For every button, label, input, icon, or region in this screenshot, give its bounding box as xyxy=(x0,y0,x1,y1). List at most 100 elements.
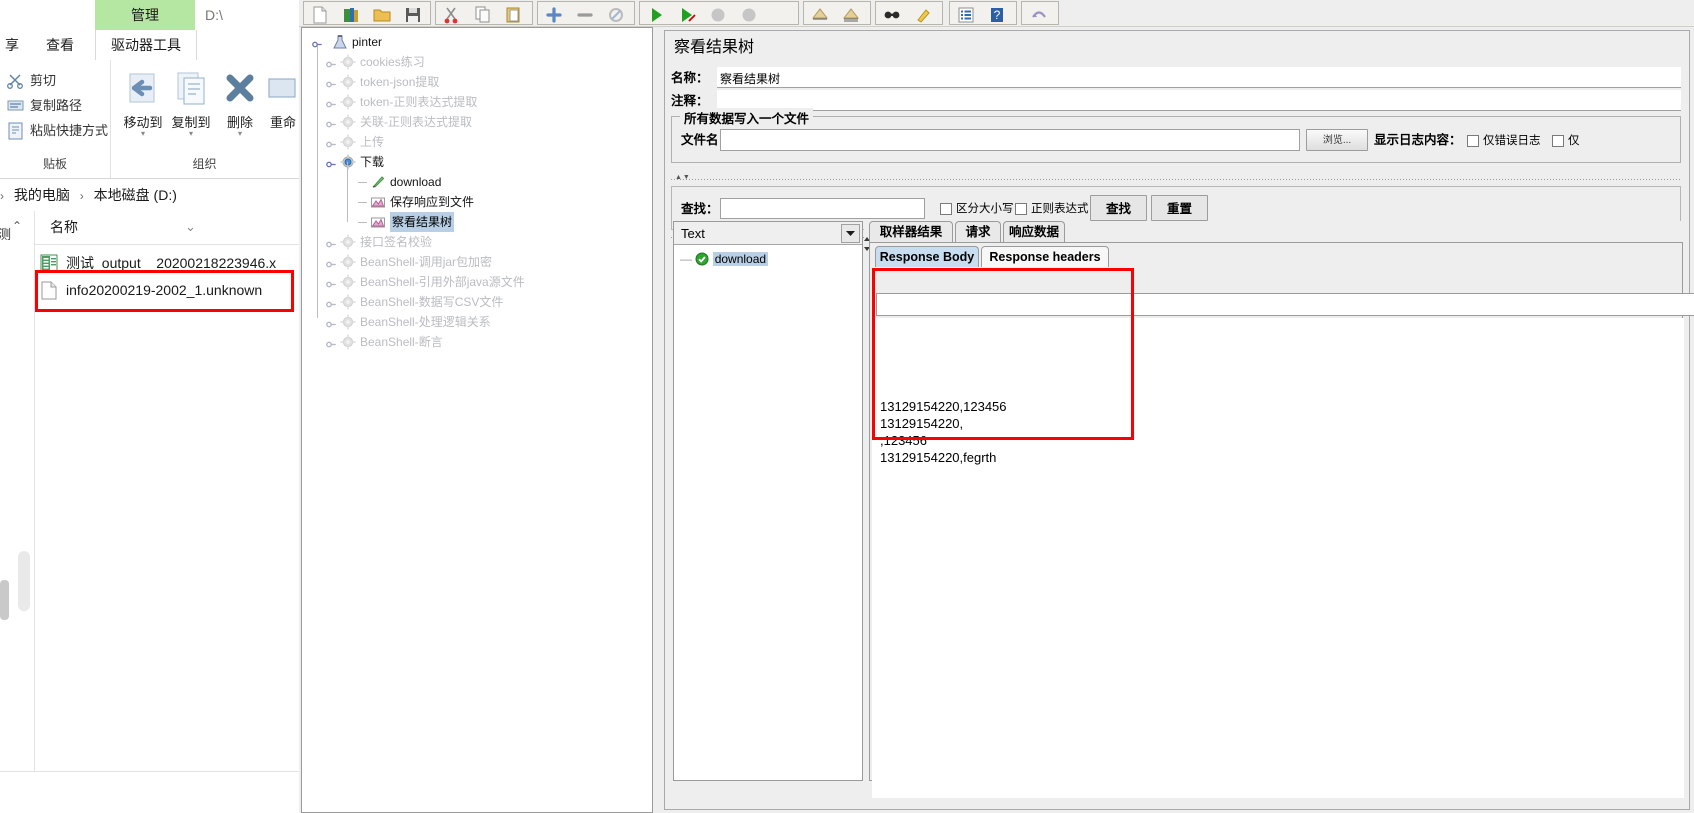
tab-response-data[interactable]: 响应数据 xyxy=(1003,221,1065,242)
ribbon-tab-drive-tools[interactable]: 驱动器工具 xyxy=(95,30,197,60)
navigation-pane: 测 ⌃ xyxy=(0,211,35,771)
result-node-item[interactable]: — download xyxy=(680,250,769,268)
tree-handle-closed-icon[interactable] xyxy=(326,116,337,128)
cut-icon[interactable] xyxy=(437,4,467,25)
thread-group-icon xyxy=(340,234,356,250)
tab-sampler-result[interactable]: 取样器结果 xyxy=(869,221,953,242)
tree-handle-closed-icon[interactable] xyxy=(326,76,337,88)
tree-handle-closed-icon[interactable] xyxy=(326,56,337,68)
undo-redo-icon[interactable] xyxy=(1024,4,1054,25)
tree-handle-closed-icon[interactable] xyxy=(326,236,337,248)
function-helper-icon[interactable] xyxy=(951,4,981,25)
tree-handle-closed-icon[interactable] xyxy=(326,276,337,288)
ribbon-tab-share[interactable]: 享 xyxy=(0,30,32,60)
tab-request[interactable]: 请求 xyxy=(955,221,1001,242)
toggle-icon[interactable] xyxy=(601,4,631,25)
ribbon-copy-to-button[interactable]: 复制到 ▾ xyxy=(167,68,215,138)
tree-handle-open-icon[interactable] xyxy=(326,156,337,168)
shutdown-icon[interactable] xyxy=(734,4,764,25)
new-icon[interactable] xyxy=(305,4,335,25)
tree-handle-closed-icon[interactable] xyxy=(326,256,337,268)
case-sensitive-label: 区分大小写 xyxy=(956,203,1014,215)
windows-explorer-window: 管理 D:\ 享 查看 驱动器工具 剪切 复制路径 粘贴快捷方式 贴板 移动到 … xyxy=(0,0,299,813)
tree-handle-closed-icon[interactable] xyxy=(326,336,337,348)
render-format-combo[interactable]: Text xyxy=(674,222,862,245)
ribbon-rename-label: 重命 xyxy=(269,115,296,130)
subtab-response-body[interactable]: Response Body xyxy=(875,246,979,267)
tree-handle-closed-icon[interactable] xyxy=(326,296,337,308)
save-icon[interactable] xyxy=(398,4,428,25)
help-icon[interactable]: ? xyxy=(982,4,1012,25)
checkbox-box[interactable] xyxy=(1552,135,1564,147)
reset-search-icon[interactable] xyxy=(908,4,938,25)
navigation-scrollbar[interactable] xyxy=(18,551,30,611)
column-header-name[interactable]: 名称 xyxy=(50,211,78,244)
expand-all-icon[interactable] xyxy=(539,4,569,25)
chevron-down-icon[interactable]: ⌄ xyxy=(185,219,196,235)
jmeter-window: ? pinter cookies练习 token-json提取 token-正则… xyxy=(299,0,1694,813)
tree-handle-closed-icon[interactable] xyxy=(326,96,337,108)
copy-icon[interactable] xyxy=(468,4,498,25)
ribbon-delete-label: 删除 xyxy=(226,115,253,130)
tree-node-label: 保存响应到文件 xyxy=(390,195,475,209)
breadcrumb-item-local-disk-d[interactable]: 本地磁盘 (D:) xyxy=(94,187,177,203)
open-icon[interactable] xyxy=(367,4,397,25)
test-plan-tree[interactable]: pinter cookies练习 token-json提取 token-正则表达式提… xyxy=(301,27,653,813)
filename-input[interactable] xyxy=(720,129,1300,151)
checkbox-box[interactable] xyxy=(1015,203,1027,215)
chevron-down-icon[interactable]: ▾ xyxy=(167,130,215,138)
subtab-response-headers[interactable]: Response headers xyxy=(981,246,1109,267)
paste-icon[interactable] xyxy=(499,4,529,25)
chevron-down-icon[interactable] xyxy=(841,224,860,243)
chevron-down-icon[interactable]: ▾ xyxy=(119,130,167,138)
tree-node-label: BeanShell-处理逻辑关系 xyxy=(360,315,491,329)
start-no-timers-icon[interactable] xyxy=(672,4,702,25)
stop-icon[interactable] xyxy=(703,4,733,25)
explorer-status-bar xyxy=(0,771,299,813)
ribbon-delete-button[interactable]: 删除 ▾ xyxy=(216,68,264,138)
write-all-data-group: 所有数据写入一个文件 文件名 浏览... 显示日志内容： 仅错误日志 仅 xyxy=(671,108,1681,163)
start-icon[interactable] xyxy=(641,4,671,25)
checkbox-box[interactable] xyxy=(940,203,952,215)
log-display-label: 显示日志内容： xyxy=(1374,133,1462,147)
svg-text:?: ? xyxy=(994,8,1001,22)
success-log-only-label: 仅 xyxy=(1568,135,1580,147)
ribbon-copy-to-label: 复制到 xyxy=(171,115,211,130)
search-input[interactable] xyxy=(720,198,925,219)
templates-icon[interactable] xyxy=(336,4,366,25)
browse-button[interactable]: 浏览... xyxy=(1306,129,1368,151)
tree-handle-closed-icon[interactable] xyxy=(326,136,337,148)
tree-node-label: 下载 xyxy=(360,155,385,169)
explorer-ribbon-tabs: 享 查看 驱动器工具 xyxy=(0,30,299,61)
thread-group-active-icon xyxy=(340,154,356,170)
results-tree-panel[interactable]: Text — download xyxy=(673,221,863,781)
clear-all-icon[interactable] xyxy=(836,4,866,25)
checkbox-box[interactable] xyxy=(1467,135,1479,147)
toolbar-group-file xyxy=(303,1,431,25)
search-icon[interactable] xyxy=(877,4,907,25)
regex-label: 正则表达式 xyxy=(1031,203,1089,215)
tree-handle-open-icon[interactable] xyxy=(312,36,323,48)
tree-handle-closed-icon[interactable] xyxy=(326,316,337,328)
splitter-arrows-icon[interactable]: ▲▼ xyxy=(675,174,691,181)
ribbon-move-to-button[interactable]: 移动到 ▾ xyxy=(119,68,167,138)
breadcrumb-item-my-computer[interactable]: 我的电脑 xyxy=(14,187,70,203)
name-input[interactable]: 察看结果树 xyxy=(717,67,1681,88)
scroll-thumb[interactable] xyxy=(0,580,9,620)
ribbon-context-tab-manage[interactable]: 管理 xyxy=(95,0,195,30)
clear-icon[interactable] xyxy=(805,4,835,25)
thread-group-icon xyxy=(340,314,356,330)
search-button[interactable]: 查找 xyxy=(1090,195,1147,221)
toolbar-group-edit xyxy=(435,1,533,25)
ribbon-rename-button[interactable]: 重命 xyxy=(263,68,299,130)
ribbon-group-organize-label: 组织 xyxy=(192,157,217,171)
reset-button[interactable]: 重置 xyxy=(1151,195,1208,221)
tree-node-label: 上传 xyxy=(360,135,385,149)
chevron-up-icon[interactable]: ⌃ xyxy=(12,219,22,233)
thread-group-icon xyxy=(340,94,356,110)
panel-splitter[interactable] xyxy=(671,179,1681,180)
comment-input[interactable] xyxy=(717,90,1681,111)
ribbon-tab-view[interactable]: 查看 xyxy=(36,30,84,60)
chevron-down-icon[interactable]: ▾ xyxy=(216,130,264,138)
collapse-all-icon[interactable] xyxy=(570,4,600,25)
